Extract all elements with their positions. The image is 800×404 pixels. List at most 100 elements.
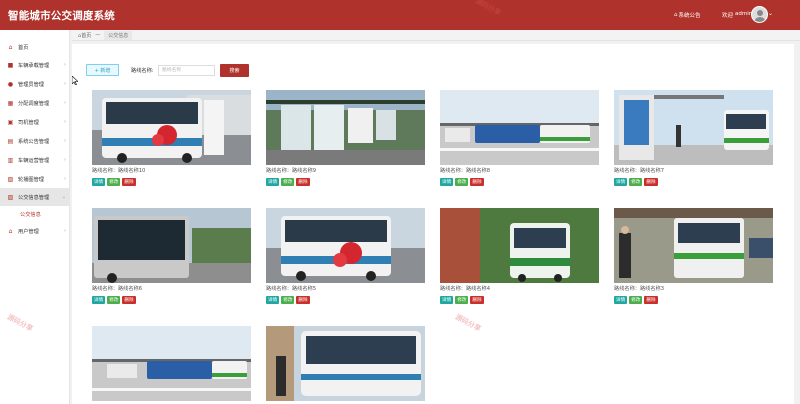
users-icon: ⌂ <box>8 227 13 235</box>
bus-photo[interactable] <box>92 208 251 283</box>
delete-button[interactable]: 删除 <box>644 178 658 186</box>
app-title: 智能城市公交调度系统 <box>8 10 115 22</box>
sidebar-item-label: 管理员管理 <box>18 81 44 88</box>
sidebar-item-admin[interactable]: ● 管理员管理 › <box>0 75 70 93</box>
sidebar-item-operation[interactable]: ▥ 车辆运营管理 › <box>0 151 70 169</box>
bus-photo[interactable] <box>440 90 599 165</box>
card-actions: 详情 修改 删除 <box>92 296 136 304</box>
delete-button[interactable]: 删除 <box>470 296 484 304</box>
card-actions: 详情 修改 删除 <box>614 178 658 186</box>
detail-button[interactable]: 详情 <box>92 178 106 186</box>
home-icon: ⌂ <box>674 12 678 18</box>
chevron-right-icon: › <box>64 176 66 182</box>
bus-photo[interactable] <box>92 90 251 165</box>
edit-button[interactable]: 修改 <box>281 296 295 304</box>
delete-button[interactable]: 删除 <box>470 178 484 186</box>
search-button[interactable]: 搜索 <box>220 64 249 77</box>
home-icon: ⌂ <box>8 43 13 51</box>
edit-button[interactable]: 修改 <box>629 178 643 186</box>
route-name: 路线名称：路线名称9 <box>266 168 316 174</box>
delete-button[interactable]: 删除 <box>296 296 310 304</box>
sidebar-item-driver[interactable]: ▣ 司机管理 › <box>0 113 70 131</box>
user-info: 欢迎 admin <box>722 11 752 19</box>
sidebar-item-label: 司机管理 <box>18 119 39 126</box>
sidebar-subitem-bus-info[interactable]: 公交信息 <box>0 207 70 221</box>
bus-photo[interactable] <box>266 90 425 165</box>
route-name: 路线名称：路线名称5 <box>266 286 316 292</box>
delete-button[interactable]: 删除 <box>122 296 136 304</box>
route-name: 路线名称：路线名称10 <box>92 168 146 174</box>
sidebar: ⌂ 首页 ■ 车辆承载管理 › ● 管理员管理 › ▦ 分配调度管理 › ▣ 司… <box>0 30 70 404</box>
username: admin <box>735 11 753 17</box>
driver-icon: ▣ <box>7 118 14 126</box>
chevron-down-icon[interactable]: ⌄ <box>768 10 773 17</box>
edit-button[interactable]: 修改 <box>107 296 121 304</box>
edit-button[interactable]: 修改 <box>455 178 469 186</box>
card-actions: 详情 修改 删除 <box>440 296 484 304</box>
card-actions: 详情 修改 删除 <box>614 296 658 304</box>
sidebar-item-bus-info[interactable]: ▨ 公交信息管理 ⌄ <box>0 188 70 206</box>
notice-icon: ▤ <box>7 137 14 145</box>
detail-button[interactable]: 详情 <box>266 296 280 304</box>
system-announcement-link[interactable]: ⌂ 系统公告 <box>674 11 701 19</box>
info-icon: ▨ <box>7 193 14 201</box>
announcement-label: 系统公告 <box>678 13 701 19</box>
delete-button[interactable]: 删除 <box>296 178 310 186</box>
card-actions: 详情 修改 删除 <box>92 178 136 186</box>
sidebar-item-users[interactable]: ⌂ 用户管理 › <box>0 222 70 240</box>
sidebar-item-label: 车辆运营管理 <box>18 157 50 164</box>
breadcrumb-current[interactable]: 公交信息 <box>104 30 133 40</box>
sidebar-item-label: 轮播图管理 <box>18 176 44 183</box>
chevron-right-icon: › <box>64 138 66 144</box>
edit-button[interactable]: 修改 <box>281 178 295 186</box>
delete-button[interactable]: 删除 <box>644 296 658 304</box>
sidebar-item-home[interactable]: ⌂ 首页 <box>0 38 70 56</box>
chevron-right-icon: › <box>64 157 66 163</box>
edit-button[interactable]: 修改 <box>629 296 643 304</box>
detail-button[interactable]: 详情 <box>440 296 454 304</box>
detail-button[interactable]: 详情 <box>614 296 628 304</box>
sidebar-item-label: 系统公告管理 <box>18 138 50 145</box>
route-name: 路线名称：路线名称8 <box>440 168 490 174</box>
bus-photo[interactable] <box>440 208 599 283</box>
bus-photo[interactable] <box>92 326 251 401</box>
bus-icon: ■ <box>7 61 14 69</box>
avatar[interactable] <box>751 6 768 23</box>
sidebar-item-vehicle-capacity[interactable]: ■ 车辆承载管理 › <box>0 56 70 74</box>
route-name: 路线名称：路线名称4 <box>440 286 490 292</box>
chevron-right-icon: › <box>64 228 66 234</box>
add-button[interactable]: + 新增 <box>86 64 119 76</box>
sidebar-item-label: 用户管理 <box>18 228 39 235</box>
breadcrumb-home[interactable]: ⌂首页 <box>78 32 91 39</box>
user-icon: ● <box>7 80 14 88</box>
edit-button[interactable]: 修改 <box>455 296 469 304</box>
sidebar-item-announcement[interactable]: ▤ 系统公告管理 › <box>0 132 70 150</box>
welcome-text: 欢迎 <box>722 13 734 19</box>
operation-icon: ▥ <box>7 156 14 164</box>
bus-photo[interactable] <box>614 90 773 165</box>
detail-button[interactable]: 详情 <box>92 296 106 304</box>
breadcrumb-separator: — <box>95 32 101 38</box>
grid-icon: ▦ <box>7 99 14 107</box>
search-input[interactable] <box>158 65 215 76</box>
sidebar-subitem-label: 公交信息 <box>20 211 41 218</box>
delete-button[interactable]: 删除 <box>122 178 136 186</box>
edit-button[interactable]: 修改 <box>107 178 121 186</box>
sidebar-item-dispatch[interactable]: ▦ 分配调度管理 › <box>0 94 70 112</box>
chevron-right-icon: › <box>64 81 66 87</box>
bus-photo[interactable] <box>614 208 773 283</box>
card-actions: 详情 修改 删除 <box>266 296 310 304</box>
detail-button[interactable]: 详情 <box>266 178 280 186</box>
detail-button[interactable]: 详情 <box>440 178 454 186</box>
bus-photo[interactable] <box>266 208 425 283</box>
route-name: 路线名称：路线名称6 <box>92 286 142 292</box>
sidebar-item-carousel[interactable]: ▧ 轮播图管理 › <box>0 170 70 188</box>
card-actions: 详情 修改 删除 <box>266 178 310 186</box>
image-icon: ▧ <box>7 175 14 183</box>
sidebar-item-label: 分配调度管理 <box>18 100 50 107</box>
bus-photo[interactable] <box>266 326 425 401</box>
detail-button[interactable]: 详情 <box>614 178 628 186</box>
breadcrumb: ⌂首页 — 公交信息 <box>72 30 800 41</box>
card-actions: 详情 修改 删除 <box>440 178 484 186</box>
chevron-right-icon: › <box>64 100 66 106</box>
